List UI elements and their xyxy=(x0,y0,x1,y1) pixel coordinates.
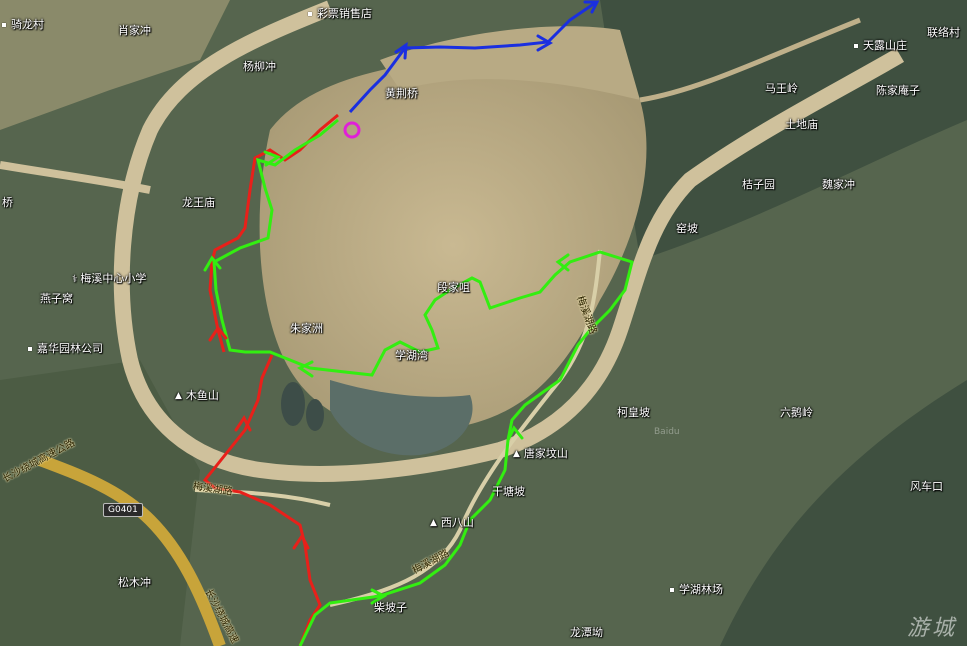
label-qilongcun: 骑龙村 xyxy=(2,16,44,32)
map-watermark-small: Baidu xyxy=(654,427,680,437)
label-xiaojiachong: 肖家冲 xyxy=(118,24,151,37)
pond-2 xyxy=(306,399,324,431)
label-fengchekou: 风车口 xyxy=(910,480,943,493)
label-meixi-school: 梅溪中心小学 xyxy=(72,270,146,286)
road-shield-g0401: G0401 xyxy=(103,503,143,517)
label-xuehulinchang: 学湖林场 xyxy=(670,581,723,597)
label-jingjingqiao: 黄荆桥 xyxy=(385,87,418,100)
label-luoziyuan: 桔子园 xyxy=(742,178,775,191)
label-tianlushan: 天露山庄 xyxy=(854,37,907,53)
label-weijiachong: 魏家冲 xyxy=(822,178,855,191)
label-chaipozi: 柴坡子 xyxy=(374,601,407,614)
satellite-map[interactable]: 骑龙村 肖家冲 彩票销售店 杨柳冲 黄荆桥 天露山庄 联络村 马王岭 陈家庵子 … xyxy=(0,0,967,646)
label-songmuchong: 松木冲 xyxy=(118,576,151,589)
label-tudian: 土地庙 xyxy=(785,118,818,131)
map-canvas xyxy=(0,0,967,646)
label-tangjiafenshan: 唐家坟山 xyxy=(513,445,568,461)
label-gantangpo: 干塘坡 xyxy=(492,485,525,498)
site-watermark: 游城 xyxy=(906,616,957,641)
label-lianjingcun: 联络村 xyxy=(927,26,960,39)
label-chenjiayanzi: 陈家庵子 xyxy=(876,84,920,97)
label-duanjiazui: 段家咀 xyxy=(437,281,470,294)
label-qiao: 桥 xyxy=(2,196,13,209)
label-xibashan: 西八山 xyxy=(430,514,474,530)
label-yanzijie: 燕子窝 xyxy=(40,292,73,305)
label-kehuangpo: 柯皇坡 xyxy=(617,406,650,419)
label-yangliuchong: 杨柳冲 xyxy=(243,60,276,73)
label-mawangling: 马王岭 xyxy=(765,82,798,95)
label-yaopo: 窑坡 xyxy=(676,222,698,235)
label-longwangmiao: 龙王庙 xyxy=(182,196,215,209)
pond-1 xyxy=(281,382,305,426)
label-liuehling: 六鹅岭 xyxy=(780,406,813,419)
label-jiahua: 嘉华园林公司 xyxy=(28,340,103,356)
label-xuehuwan: 学湖湾 xyxy=(395,349,428,362)
label-muyushan: 木鱼山 xyxy=(175,387,219,403)
label-zhujiazhou: 朱家洲 xyxy=(290,322,323,335)
label-caipiao: 彩票销售店 xyxy=(308,5,372,21)
label-longtanao: 龙潭坳 xyxy=(570,626,603,639)
